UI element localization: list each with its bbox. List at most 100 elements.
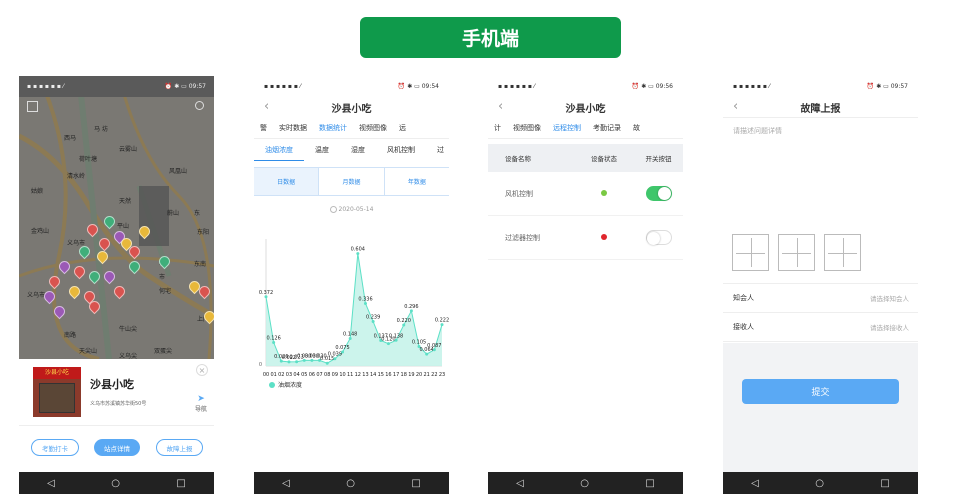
add-image-slot-2[interactable] — [778, 234, 815, 271]
x-tick-label: 12 — [355, 372, 361, 378]
back-nav-icon[interactable]: ◁ — [516, 478, 524, 489]
android-nav-bar: ◁ ○ □ — [488, 472, 683, 494]
tab-item[interactable]: 实时数据 — [273, 117, 313, 138]
data-label: 0.239 — [366, 315, 380, 321]
x-tick-label: 23 — [439, 372, 445, 378]
device-row: 过滤器控制 — [488, 216, 683, 260]
phone-map-screen: ▪ ▪ ▪ ▪ ▪ ▪ ⁄ ⏰ ✱ ▭ 09:57 西马 马 坊云雾山 荷叶塘 风凰山清… — [19, 76, 214, 494]
data-label: 0.372 — [259, 290, 273, 296]
switch-toggle[interactable] — [645, 186, 672, 201]
top-tabs: 计视频图像 远程控制 考勤记录故 — [488, 117, 683, 139]
home-nav-icon[interactable]: ○ — [346, 478, 355, 489]
x-tick-label: 01 — [270, 372, 276, 378]
search-icon[interactable] — [195, 101, 204, 110]
x-tick-label: 03 — [286, 372, 292, 378]
phone-stats-screen: ▪ ▪ ▪ ▪ ▪ ▪ ⁄ ⏰ ✱ ▭ 09:54 ‹ 沙县小吃 警实时数据 数据统计… — [254, 76, 449, 494]
map-place-label: 市 — [159, 274, 166, 281]
map-place-label: 清水岭 — [67, 173, 86, 180]
banner-title: 手机端 — [360, 17, 621, 58]
map-place-label: 云雾山 — [119, 146, 138, 153]
status-bar: ▪ ▪ ▪ ▪ ▪ ▪ ⁄ ⏰ ✱ ▭ 09:57 — [19, 76, 214, 97]
back-nav-icon[interactable]: ◁ — [751, 478, 759, 489]
x-tick-label: 21 — [424, 372, 430, 378]
tab-item[interactable]: 风机控制 — [376, 139, 426, 161]
recent-nav-icon[interactable]: □ — [880, 478, 889, 489]
map-place-label: 何宅 — [159, 288, 172, 295]
site-detail-button[interactable]: 站点详情 — [94, 439, 140, 456]
x-tick-label: 13 — [362, 372, 368, 378]
data-label: 0.105 — [412, 339, 426, 345]
back-nav-icon[interactable]: ◁ — [47, 478, 55, 489]
status-bar: ▪ ▪ ▪ ▪ ▪ ▪ ⁄ ⏰ ✱ ▭ 09:54 — [264, 83, 439, 90]
notify-person-field[interactable]: 知会人 请选择知会人 — [723, 284, 918, 313]
x-tick-label: 07 — [316, 372, 322, 378]
map-place-label: 西马 — [64, 135, 77, 142]
tab-item[interactable]: 温度 — [304, 139, 340, 161]
x-tick-label: 11 — [347, 372, 353, 378]
android-nav-bar: ◁ ○ □ — [723, 472, 918, 494]
checkin-button[interactable]: 考勤打卡 — [31, 439, 79, 456]
android-nav-bar: ◁ ○ □ — [254, 472, 449, 494]
calendar-icon — [329, 206, 337, 213]
map-place-label: 东阳 — [197, 229, 210, 236]
tab-item[interactable]: 考勤记录 — [587, 117, 627, 138]
x-tick-label: 18 — [401, 372, 407, 378]
back-arrow-icon[interactable]: ‹ — [264, 99, 269, 114]
x-tick-label: 17 — [393, 372, 399, 378]
x-tick-label: 05 — [301, 372, 307, 378]
tab-item[interactable]: 过 — [426, 139, 449, 161]
tab-item[interactable]: 视频图像 — [507, 117, 547, 138]
android-nav-bar: ◁ ○ □ — [19, 472, 214, 494]
recent-nav-icon[interactable]: □ — [645, 478, 654, 489]
recent-nav-icon[interactable]: □ — [176, 478, 185, 489]
tab-item[interactable]: 视频图像 — [353, 117, 393, 138]
grid-menu-icon[interactable] — [27, 101, 38, 112]
period-option[interactable]: 年数据 — [385, 168, 449, 195]
page-title: ‹ 沙县小吃 — [264, 99, 372, 115]
switch-toggle[interactable] — [645, 230, 672, 245]
x-tick-label: 16 — [385, 372, 391, 378]
device-row: 风机控制 — [488, 172, 683, 216]
device-table-header: 设备名称 设备状态 开关按钮 — [488, 144, 683, 172]
period-option[interactable]: 日数据 — [254, 168, 320, 195]
map-place-label: 荷叶塘 — [79, 156, 98, 163]
tab-item[interactable]: 油烟浓度 — [254, 139, 304, 161]
description-textarea[interactable]: 请描述问题详情 — [723, 118, 918, 144]
x-tick-label: 00 — [263, 372, 269, 378]
submit-button[interactable]: 提交 — [742, 379, 899, 404]
tab-item[interactable]: 远 — [393, 117, 412, 138]
back-arrow-icon[interactable]: ‹ — [733, 99, 738, 114]
x-tick-label: 09 — [332, 372, 338, 378]
map-place-label: 天然 — [119, 198, 132, 205]
x-tick-label: 10 — [339, 372, 345, 378]
date-picker[interactable]: 2020-05-14 — [254, 206, 449, 213]
back-nav-icon[interactable]: ◁ — [282, 478, 290, 489]
tab-item[interactable]: 故 — [627, 117, 646, 138]
home-nav-icon[interactable]: ○ — [580, 478, 589, 489]
map-view[interactable]: ▪ ▪ ▪ ▪ ▪ ▪ ⁄ ⏰ ✱ ▭ 09:57 西马 马 坊云雾山 荷叶塘 风凰山清… — [19, 76, 214, 359]
tab-item[interactable]: 计 — [488, 117, 507, 138]
home-nav-icon[interactable]: ○ — [815, 478, 824, 489]
fault-report-button[interactable]: 故障上报 — [156, 439, 203, 456]
tab-item[interactable]: 远程控制 — [547, 117, 587, 138]
status-dot — [601, 189, 607, 196]
recent-nav-icon[interactable]: □ — [411, 478, 420, 489]
tab-item[interactable]: 数据统计 — [313, 117, 353, 138]
back-arrow-icon[interactable]: ‹ — [498, 99, 503, 114]
data-label: 0.138 — [389, 333, 403, 339]
data-label: 0.039 — [328, 352, 342, 358]
receiver-field[interactable]: 接收人 请选择接收人 — [723, 313, 918, 342]
home-nav-icon[interactable]: ○ — [111, 478, 120, 489]
tab-item[interactable]: 警 — [254, 117, 273, 138]
status-bar: ▪ ▪ ▪ ▪ ▪ ▪ ⁄ ⏰ ✱ ▭ 09:56 — [498, 83, 673, 90]
device-status — [574, 189, 634, 198]
period-option[interactable]: 月数据 — [319, 168, 385, 195]
toggle-knob — [657, 187, 671, 200]
close-icon[interactable]: × — [196, 364, 208, 376]
map-place-label: 东 — [194, 210, 201, 217]
add-image-slot-1[interactable] — [732, 234, 769, 271]
data-label: 0.126 — [266, 336, 280, 342]
navigate-button[interactable]: ➤ 导航 — [195, 394, 207, 413]
tab-item[interactable]: 湿度 — [340, 139, 376, 161]
add-image-slot-3[interactable] — [824, 234, 861, 271]
